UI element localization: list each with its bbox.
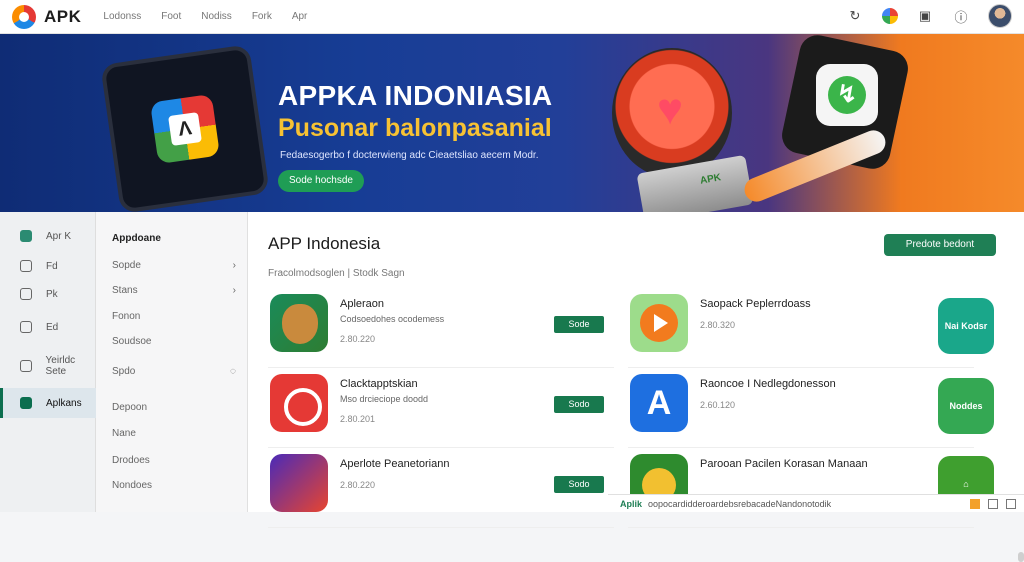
tablet-illustration: Λ [100, 44, 270, 212]
app-card[interactable]: A Raoncoe I Nedlegdonesson 2.60.120 [628, 372, 974, 448]
app-card[interactable]: Clacktapptskian Mso drcieciope doodd 2.8… [268, 372, 614, 448]
app-name: Raoncoe I Nedlegdonesson [700, 378, 836, 390]
subnav-item[interactable]: Nondoes [112, 480, 236, 491]
tablet-icon[interactable]: ▣ [916, 7, 934, 25]
scrollbar-thumb[interactable] [1018, 552, 1024, 562]
chevron-right-icon: › [232, 285, 236, 296]
image-icon [20, 288, 32, 300]
subnav-item[interactable]: Fonon [112, 311, 236, 322]
install-button[interactable]: Sode [554, 316, 604, 333]
refresh-app-icon [270, 374, 328, 432]
subnav-item[interactable]: Sopde › [112, 260, 236, 271]
side-app-badge[interactable]: Nai Kodsr [938, 298, 994, 354]
banner-description: Fedaesogerbo f docterwieng adc Cieaetsli… [280, 150, 539, 161]
sidebar-item[interactable]: Yeirldc Sete [0, 354, 96, 378]
info-icon[interactable]: ⓘ [952, 7, 970, 25]
gear-icon [20, 321, 32, 333]
sub-nav: Appdoane Sopde › Stans › Fonon Soudsoe Spd… [96, 212, 248, 512]
app-name: Apleraon [340, 298, 385, 310]
avatar[interactable] [988, 4, 1012, 28]
top-nav: Lodonss Foot Nodiss Fork Apr [103, 11, 307, 22]
chevron-right-icon: › [232, 260, 236, 271]
main-content: APP Indonesia Fracolmodsoglen | Stodk Sa… [248, 212, 1024, 562]
play-app-icon [630, 294, 688, 352]
app-description: Codsoedohes ocodemess [340, 314, 445, 324]
top-nav-item[interactable]: Fork [252, 11, 272, 22]
sidebar-item[interactable]: Apr K [0, 224, 96, 248]
apps-icon [20, 230, 32, 242]
banner-title: APPKA INDONIASIA [278, 80, 553, 111]
sidebar: Apr K Fd Pk Ed Yeirldc Sete Aplkans [0, 212, 96, 512]
sidebar-item[interactable]: Pk [0, 282, 96, 306]
install-button[interactable]: Sodo [554, 476, 604, 493]
game-app-icon [270, 454, 328, 512]
footer-bar: Aplik oopocardidderoardebsrebacadeNandon… [608, 494, 1024, 512]
app-card[interactable]: Aperlote Peanetoriann 2.80.220 Sodo [268, 452, 614, 528]
hero-banner: Λ APPKA INDONIASIA Pusonar balonpasanial… [0, 34, 1024, 212]
app-meta: 2.80.320 [700, 320, 736, 330]
close-icon[interactable] [1006, 498, 1016, 509]
footer-icons [970, 498, 1016, 509]
subnav-heading: Appdoane [112, 233, 161, 244]
tablet-app-icon: Λ [149, 93, 221, 165]
app-card[interactable]: Parooan Pacilen Korasan Manaan [628, 452, 974, 528]
window-icon[interactable] [988, 498, 998, 509]
top-nav-item[interactable]: Nodiss [201, 11, 232, 22]
heart-icon: ♥ [656, 85, 684, 134]
app-card[interactable]: Apleraon Codsoedohes ocodemess 2.80.220 … [268, 292, 614, 368]
page-subtitle: Fracolmodsoglen | Stodk Sagn [268, 268, 405, 279]
banner-subtitle: Pusonar balonpasanial [278, 114, 552, 142]
loading-icon: ◌ [230, 366, 236, 377]
google-icon[interactable] [882, 8, 898, 24]
refresh-icon[interactable]: ↻ [846, 7, 864, 25]
app-name: Clacktapptskian [340, 378, 418, 390]
apk-logo-icon [12, 4, 36, 29]
subnav-item[interactable]: Depoon [112, 402, 236, 413]
sidebar-item-active[interactable]: Aplkans [0, 388, 96, 418]
top-nav-item[interactable]: Foot [161, 11, 181, 22]
brand[interactable]: APK [12, 4, 82, 29]
footer-brand[interactable]: Aplik [620, 499, 642, 509]
side-app-badge[interactable]: Noddes [938, 378, 994, 434]
subnav-item[interactable]: Soudsoe [112, 336, 236, 347]
app-name: Saopack Peplerrdoass [700, 298, 811, 310]
top-icons: ↻ ▣ ⓘ [846, 4, 1012, 28]
promote-button[interactable]: Predote bedont [884, 234, 996, 256]
install-button[interactable]: Sodo [554, 396, 604, 413]
circle-icon [20, 360, 32, 372]
fox-app-icon [270, 294, 328, 352]
app-meta: 2.80.201 [340, 414, 376, 424]
app-store-icon[interactable] [970, 498, 980, 509]
subnav-item[interactable]: Drodoes [112, 455, 236, 466]
sidebar-item[interactable]: Ed [0, 315, 96, 339]
phone-app-icon: ↯ [816, 64, 878, 126]
brand-name: APK [44, 6, 82, 26]
subnav-item[interactable]: Nane [112, 428, 236, 439]
letter-a-app-icon: A [630, 374, 688, 432]
subnav-item[interactable]: Stans › [112, 285, 236, 296]
top-bar: APK Lodonss Foot Nodiss Fork Apr ↻ ▣ ⓘ [0, 0, 1024, 34]
app-meta: 2.60.120 [700, 400, 736, 410]
app-meta: 2.80.220 [340, 334, 376, 344]
footer-text: oopocardidderoardebsrebacadeNandonotodik [648, 498, 832, 509]
subnav-item[interactable]: Spdo ◌ [112, 366, 236, 377]
apps-active-icon [20, 397, 32, 409]
top-nav-item[interactable]: Lodonss [103, 11, 141, 22]
app-name: Aperlote Peanetoriann [340, 458, 450, 470]
app-card[interactable]: Saopack Peplerrdoass 2.80.320 [628, 292, 974, 368]
top-nav-item[interactable]: Apr [292, 11, 308, 22]
banner-cta-button[interactable]: Sode hochsde [278, 170, 364, 192]
app-description: Mso drcieciope doodd [340, 394, 429, 404]
page-title: APP Indonesia [268, 234, 381, 253]
app-name: Parooan Pacilen Korasan Manaan [700, 458, 868, 470]
app-meta: 2.80.220 [340, 480, 376, 490]
sidebar-item[interactable]: Fd [0, 254, 96, 278]
square-icon [20, 260, 32, 272]
